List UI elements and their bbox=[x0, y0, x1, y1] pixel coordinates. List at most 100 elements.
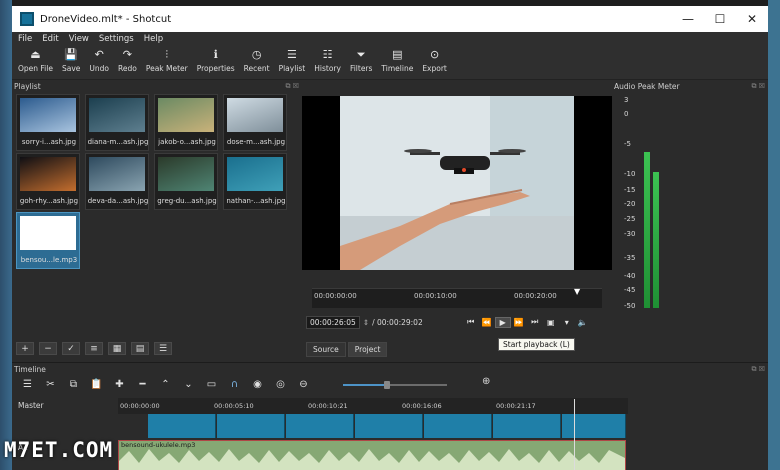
menu-view[interactable]: View bbox=[69, 34, 89, 44]
menu-file[interactable]: File bbox=[18, 34, 32, 44]
zoom-in-icon[interactable]: ⊕ bbox=[482, 376, 490, 387]
skip-next-icon[interactable]: ⏭ bbox=[527, 317, 543, 327]
playlist-tool-button[interactable]: − bbox=[39, 342, 57, 355]
lift-icon[interactable]: ⌃ bbox=[154, 379, 177, 390]
playlist-item-caption: nathan-...ash.jpg bbox=[226, 197, 286, 205]
playlist-tool-button[interactable]: ▤ bbox=[131, 342, 149, 355]
toolbar-timeline-button[interactable]: ▤ Timeline bbox=[381, 46, 413, 73]
playlist-tool-button[interactable]: ✓ bbox=[62, 342, 80, 355]
playlist-tool-button[interactable]: + bbox=[16, 342, 34, 355]
copy-icon[interactable]: ⧉ bbox=[62, 379, 85, 390]
tab-project[interactable]: Project bbox=[347, 342, 388, 357]
scrub-icon[interactable]: ◉ bbox=[246, 379, 269, 390]
peak-meter-icon: ⫶ bbox=[165, 48, 169, 61]
toolbar-properties-button[interactable]: ℹ Properties bbox=[197, 46, 235, 73]
toolbar-label: Timeline bbox=[381, 64, 414, 73]
playlist-tool-button[interactable]: ☰ bbox=[154, 342, 172, 355]
playlist-item[interactable]: greg-du...ash.jpg bbox=[154, 153, 218, 210]
playlist-item[interactable]: sorry-i...ash.jpg bbox=[16, 94, 80, 151]
timeline-playhead[interactable] bbox=[574, 399, 575, 470]
paste-icon[interactable]: 📋 bbox=[85, 379, 108, 390]
dropdown-icon[interactable]: ▾ bbox=[559, 318, 575, 327]
menu-edit[interactable]: Edit bbox=[42, 34, 58, 44]
playlist-item[interactable]: jakob-o...ash.jpg bbox=[154, 94, 218, 151]
fast-forward-icon[interactable]: ⏩ bbox=[511, 318, 527, 327]
ripple-icon[interactable]: ◎ bbox=[269, 379, 292, 390]
playlist-item[interactable]: dose-m...ash.jpg bbox=[223, 94, 287, 151]
panel-float-close-icon[interactable]: ⧉ ☒ bbox=[752, 82, 766, 91]
append-icon[interactable]: ✚ bbox=[108, 379, 131, 390]
track-master[interactable]: Master bbox=[16, 401, 116, 410]
video-clip[interactable] bbox=[424, 414, 492, 438]
playlist-thumbnail bbox=[20, 157, 76, 191]
panel-float-close-icon[interactable]: ⧉ ☒ bbox=[752, 365, 766, 374]
playlist-tool-button[interactable]: ▦ bbox=[108, 342, 126, 355]
zoom-out-icon[interactable]: ⊖ bbox=[292, 379, 315, 390]
toolbar-playlist-button[interactable]: ☰ Playlist bbox=[279, 46, 306, 73]
player-scrub-ruler[interactable]: 00:00:00:00 00:00:10:00 00:00:20:00 ▼ bbox=[312, 287, 602, 308]
scrub-head-icon[interactable]: ▼ bbox=[574, 287, 580, 296]
timeline-ruler[interactable]: 00:00:00:00 00:00:05:10 00:00:10:21 00:0… bbox=[118, 398, 628, 414]
zoom-slider[interactable] bbox=[343, 381, 447, 389]
rewind-icon[interactable]: ⏪ bbox=[479, 318, 495, 327]
playlist-item[interactable]: goh-rhy...ash.jpg bbox=[16, 153, 80, 210]
remove-icon[interactable]: ━ bbox=[131, 379, 154, 390]
cut-icon[interactable]: ✂ bbox=[39, 379, 62, 390]
split-icon[interactable]: ▭ bbox=[200, 379, 223, 390]
watermark-text: M7ET.COM bbox=[4, 438, 114, 462]
playlist-item[interactable]: diana-m...ash.jpg bbox=[85, 94, 149, 151]
playlist-item[interactable]: deva-da...ash.jpg bbox=[85, 153, 149, 210]
meter-scale-label: -25 bbox=[624, 215, 636, 223]
toolbar-recent-button[interactable]: ◷ Recent bbox=[244, 46, 270, 73]
menu-icon[interactable]: ☰ bbox=[16, 379, 39, 390]
audio-clip-label: bensound-ukulele.mp3 bbox=[121, 441, 196, 449]
toolbar-peak-meter-button[interactable]: ⫶ Peak Meter bbox=[146, 46, 188, 73]
toolbar-open-file-button[interactable]: ⏏ Open File bbox=[18, 46, 53, 73]
drone-hand-image bbox=[340, 96, 574, 270]
playlist-thumbnail bbox=[20, 216, 76, 250]
audio-clip[interactable]: bensound-ukulele.mp3 bbox=[118, 440, 626, 470]
toolbar-filters-button[interactable]: ⏷ Filters bbox=[350, 46, 372, 73]
meter-bar-left bbox=[644, 152, 650, 308]
menu-settings[interactable]: Settings bbox=[99, 34, 134, 44]
playlist-item[interactable]: nathan-...ash.jpg bbox=[223, 153, 287, 210]
playlist-item[interactable]: bensou...le.mp3 bbox=[16, 212, 80, 269]
toolbar-undo-button[interactable]: ↶ Undo bbox=[89, 46, 109, 73]
meter-scale-label: -10 bbox=[624, 170, 636, 178]
minimize-button[interactable]: — bbox=[672, 12, 704, 26]
zoom-slider-handle[interactable] bbox=[383, 381, 390, 389]
toolbar-label: Save bbox=[61, 64, 81, 73]
audio-peak-meter-panel: Audio Peak Meter ⧉ ☒ 3 0 -5 -10 -15 -20 -25 -30… bbox=[612, 80, 768, 362]
video-clip[interactable] bbox=[286, 414, 354, 438]
skip-previous-icon[interactable]: ⏮ bbox=[463, 317, 479, 327]
ruler-label: 00:00:05:10 bbox=[214, 402, 254, 410]
volume-icon[interactable]: 🔈 bbox=[575, 318, 591, 327]
toolbar-export-button[interactable]: ⊙ Export bbox=[422, 46, 447, 73]
tab-source[interactable]: Source bbox=[306, 342, 346, 357]
toolbar-save-button[interactable]: 💾 Save bbox=[62, 46, 80, 73]
snap-icon[interactable]: ∩ bbox=[223, 379, 246, 390]
toolbar-redo-button[interactable]: ↷ Redo bbox=[118, 46, 137, 73]
playlist-thumbnail bbox=[89, 98, 145, 132]
video-clip[interactable] bbox=[355, 414, 423, 438]
timecode-spin-icon[interactable]: ⇕ bbox=[363, 318, 369, 327]
play-button[interactable]: ▶ bbox=[494, 316, 511, 328]
ruler-label: 00:00:00:00 bbox=[314, 292, 357, 300]
playlist-icon: ☰ bbox=[286, 48, 297, 61]
preview-frame bbox=[340, 96, 574, 270]
close-button[interactable]: ✕ bbox=[736, 12, 768, 26]
toolbar-history-button[interactable]: ☷ History bbox=[314, 46, 341, 73]
video-clip[interactable] bbox=[493, 414, 561, 438]
overwrite-icon[interactable]: ⌄ bbox=[177, 379, 200, 390]
maximize-button[interactable]: ☐ bbox=[704, 12, 736, 26]
playlist-tool-button[interactable]: ≡ bbox=[85, 342, 103, 355]
playlist-thumbnail bbox=[20, 98, 76, 132]
grid-icon[interactable]: ▣ bbox=[543, 318, 559, 327]
video-clip[interactable] bbox=[217, 414, 285, 438]
meter-bar-right bbox=[653, 172, 659, 308]
panel-float-close-icon[interactable]: ⧉ ☒ bbox=[286, 82, 300, 91]
video-clip[interactable] bbox=[148, 414, 216, 438]
timecode-position[interactable]: 00:00:26:05 bbox=[306, 315, 360, 329]
video-clip[interactable] bbox=[562, 414, 626, 438]
menu-help[interactable]: Help bbox=[144, 34, 163, 44]
